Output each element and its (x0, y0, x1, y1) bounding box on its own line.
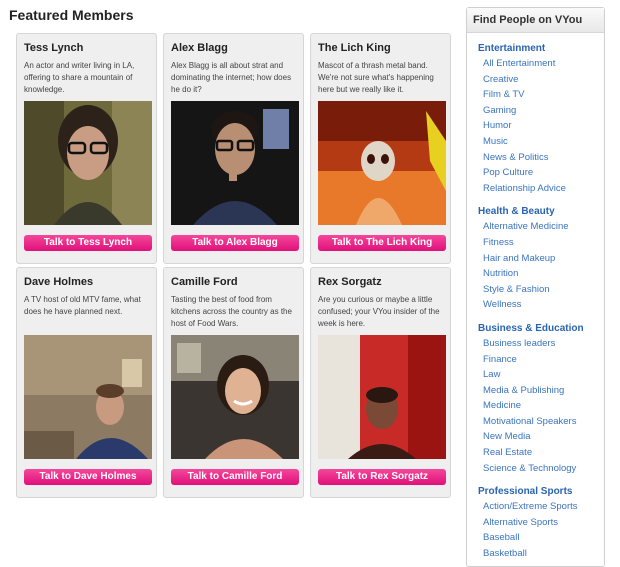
member-description: An actor and writer living in LA, offeri… (24, 61, 135, 94)
category-link[interactable]: Alternative Sports (467, 515, 604, 531)
member-name[interactable]: Rex Sorgatz (318, 276, 382, 288)
category-business-education: Business & Education Business leaders Fi… (467, 322, 604, 476)
category-link[interactable]: New Media (467, 429, 604, 445)
page-title: Featured Members (9, 7, 134, 23)
category-link[interactable]: Wellness (467, 297, 604, 313)
member-photo[interactable] (24, 101, 152, 225)
member-card-the-lich-king: The Lich King Mascot of a thrash metal b… (310, 33, 451, 264)
member-name[interactable]: Camille Ford (171, 276, 238, 288)
member-description: Are you curious or maybe a little confus… (318, 295, 440, 328)
category-link[interactable]: Science & Technology (467, 461, 604, 477)
category-link[interactable]: Hair and Makeup (467, 251, 604, 267)
category-link[interactable]: Motivational Speakers (467, 414, 604, 430)
category-link[interactable]: Style & Fashion (467, 282, 604, 298)
category-link[interactable]: Basketball (467, 546, 604, 562)
member-card-dave-holmes: Dave Holmes A TV host of old MTV fame, w… (16, 267, 157, 498)
category-link[interactable]: Relationship Advice (467, 181, 604, 197)
category-link[interactable]: Real Estate (467, 445, 604, 461)
member-name[interactable]: Alex Blagg (171, 42, 228, 54)
category-link[interactable]: Baseball (467, 530, 604, 546)
talk-button[interactable]: Talk to Tess Lynch (24, 235, 152, 251)
category-title[interactable]: Business & Education (467, 322, 604, 336)
member-description: Tasting the best of food from kitchens a… (171, 295, 292, 328)
talk-button[interactable]: Talk to The Lich King (318, 235, 446, 251)
talk-button[interactable]: Talk to Dave Holmes (24, 469, 152, 485)
member-description: Mascot of a thrash metal band. We're not… (318, 61, 434, 94)
category-title[interactable]: Professional Sports (467, 485, 604, 499)
category-link[interactable]: Pop Culture (467, 165, 604, 181)
member-description: Alex Blagg is all about strat and domina… (171, 61, 292, 94)
category-link[interactable]: Medicine (467, 398, 604, 414)
category-link[interactable]: Film & TV (467, 87, 604, 103)
member-photo[interactable] (24, 335, 152, 459)
sidebar-title: Find People on VYou (467, 8, 604, 33)
member-card-alex-blagg: Alex Blagg Alex Blagg is all about strat… (163, 33, 304, 264)
member-description: A TV host of old MTV fame, what does he … (24, 295, 141, 316)
category-link[interactable]: All Entertainment (467, 56, 604, 72)
featured-members-grid: Tess Lynch An actor and writer living in… (16, 33, 452, 498)
category-link[interactable]: Action/Extreme Sports (467, 499, 604, 515)
member-photo[interactable] (318, 335, 446, 459)
member-name[interactable]: Tess Lynch (24, 42, 83, 54)
member-photo[interactable] (318, 101, 446, 225)
talk-button[interactable]: Talk to Alex Blagg (171, 235, 299, 251)
category-link[interactable]: Fitness (467, 235, 604, 251)
category-link[interactable]: Gaming (467, 103, 604, 119)
category-link[interactable]: Humor (467, 118, 604, 134)
category-title[interactable]: Health & Beauty (467, 205, 604, 219)
category-professional-sports: Professional Sports Action/Extreme Sport… (467, 485, 604, 561)
find-people-sidebar: Find People on VYou Entertainment All En… (466, 7, 605, 567)
talk-button[interactable]: Talk to Rex Sorgatz (318, 469, 446, 485)
category-link[interactable]: Alternative Medicine (467, 219, 604, 235)
member-card-rex-sorgatz: Rex Sorgatz Are you curious or maybe a l… (310, 267, 451, 498)
category-link[interactable]: Creative (467, 72, 604, 88)
talk-button[interactable]: Talk to Camille Ford (171, 469, 299, 485)
member-photo[interactable] (171, 335, 299, 459)
category-link[interactable]: Finance (467, 352, 604, 368)
member-name[interactable]: The Lich King (318, 42, 391, 54)
category-link[interactable]: Business leaders (467, 336, 604, 352)
category-link[interactable]: News & Politics (467, 150, 604, 166)
category-link[interactable]: Music (467, 134, 604, 150)
category-entertainment: Entertainment All Entertainment Creative… (467, 42, 604, 196)
member-card-tess-lynch: Tess Lynch An actor and writer living in… (16, 33, 157, 264)
category-link[interactable]: Law (467, 367, 604, 383)
category-link[interactable]: Nutrition (467, 266, 604, 282)
member-card-camille-ford: Camille Ford Tasting the best of food fr… (163, 267, 304, 498)
member-name[interactable]: Dave Holmes (24, 276, 93, 288)
category-title[interactable]: Entertainment (467, 42, 604, 56)
category-link[interactable]: Media & Publishing (467, 383, 604, 399)
member-photo[interactable] (171, 101, 299, 225)
category-health-beauty: Health & Beauty Alternative Medicine Fit… (467, 205, 604, 313)
